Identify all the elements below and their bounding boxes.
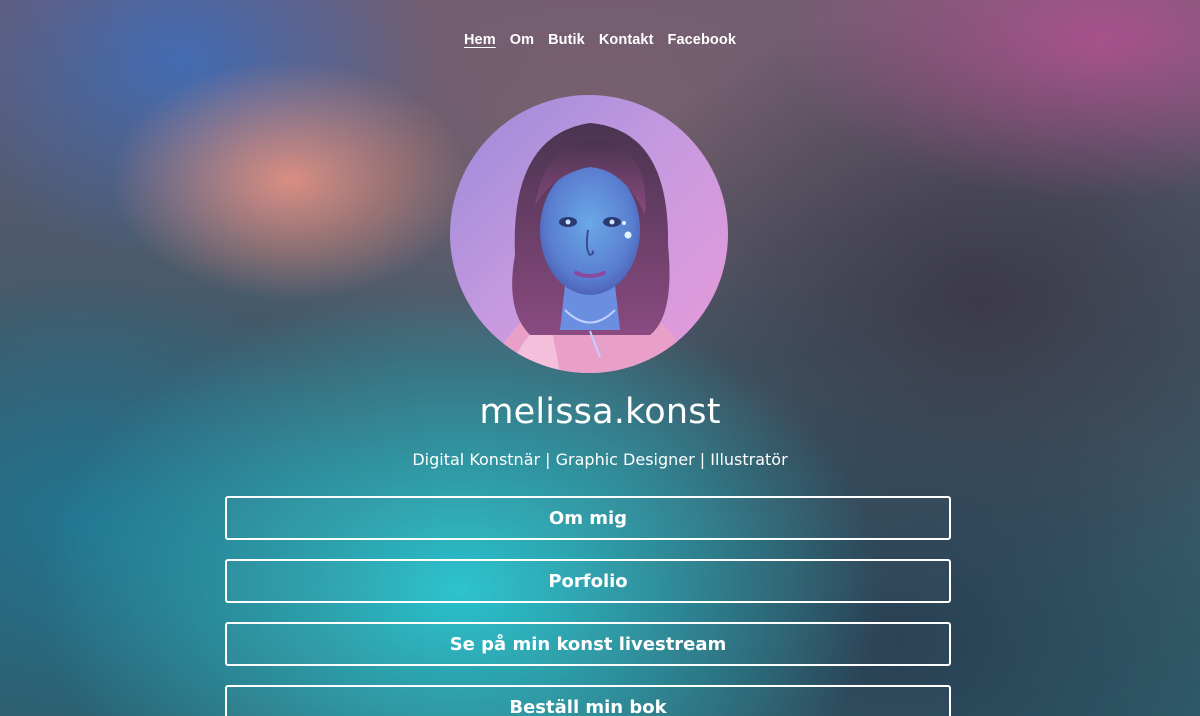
link-button-bestall-bok[interactable]: Beställ min bok bbox=[225, 685, 951, 716]
top-nav: Hem Om Butik Kontakt Facebook bbox=[0, 32, 1200, 48]
link-button-om-mig[interactable]: Om mig bbox=[225, 496, 951, 540]
nav-item-butik[interactable]: Butik bbox=[548, 32, 585, 48]
profile-tagline: Digital Konstnär | Graphic Designer | Il… bbox=[412, 450, 788, 469]
nav-item-kontakt[interactable]: Kontakt bbox=[599, 32, 654, 48]
nav-item-facebook[interactable]: Facebook bbox=[668, 32, 737, 48]
link-list: Om mig Porfolio Se på min konst livestre… bbox=[225, 496, 951, 716]
nav-item-hem[interactable]: Hem bbox=[464, 32, 496, 48]
avatar bbox=[450, 95, 728, 373]
link-button-portfolio[interactable]: Porfolio bbox=[225, 559, 951, 603]
avatar-portrait bbox=[450, 95, 728, 373]
link-button-livestream[interactable]: Se på min konst livestream bbox=[225, 622, 951, 666]
nav-item-om[interactable]: Om bbox=[510, 32, 534, 48]
profile-name: melissa.konst bbox=[479, 392, 721, 432]
